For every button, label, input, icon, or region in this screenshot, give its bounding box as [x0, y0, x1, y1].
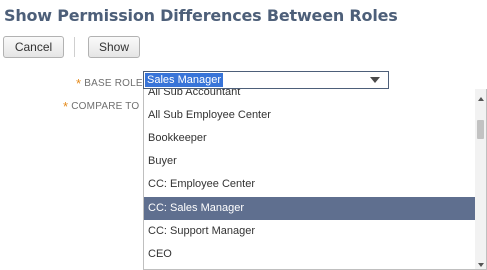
required-marker: *	[63, 99, 69, 114]
show-button[interactable]: Show	[88, 36, 140, 58]
dropdown-scrollbar[interactable]	[475, 89, 486, 269]
required-marker: *	[76, 76, 82, 91]
dropdown-option[interactable]: CC: Employee Center	[144, 173, 476, 196]
dropdown-option-selected[interactable]: CC: Sales Manager	[144, 197, 476, 220]
compare-to-label-text: COMPARE TO	[71, 101, 140, 112]
dropdown-option[interactable]: Buyer	[144, 150, 476, 173]
dropdown-option[interactable]: All Sub Accountant	[144, 89, 476, 104]
dropdown-option[interactable]: Bookkeeper	[144, 127, 476, 150]
page-title: Show Permission Differences Between Role…	[4, 6, 398, 25]
chevron-down-icon[interactable]	[370, 77, 380, 83]
dropdown-option[interactable]: All Sub Employee Center	[144, 104, 476, 127]
compare-to-label: * COMPARE TO	[63, 97, 140, 114]
cancel-button[interactable]: Cancel	[3, 36, 64, 58]
base-role-dropdown-list[interactable]: All Sub Accountant All Sub Employee Cent…	[143, 89, 487, 270]
scroll-up-icon[interactable]	[478, 97, 484, 101]
dropdown-option[interactable]: CC: Support Manager	[144, 220, 476, 243]
scroll-down-icon[interactable]	[478, 263, 484, 267]
base-role-label-text: BASE ROLE	[84, 78, 143, 89]
scrollbar-thumb[interactable]	[477, 120, 484, 139]
dropdown-option[interactable]: CEO	[144, 243, 476, 266]
base-role-selected-value: Sales Manager	[145, 73, 223, 87]
base-role-select[interactable]: Sales Manager	[143, 71, 389, 89]
toolbar-divider	[74, 37, 75, 57]
base-role-label: * BASE ROLE	[76, 74, 143, 91]
